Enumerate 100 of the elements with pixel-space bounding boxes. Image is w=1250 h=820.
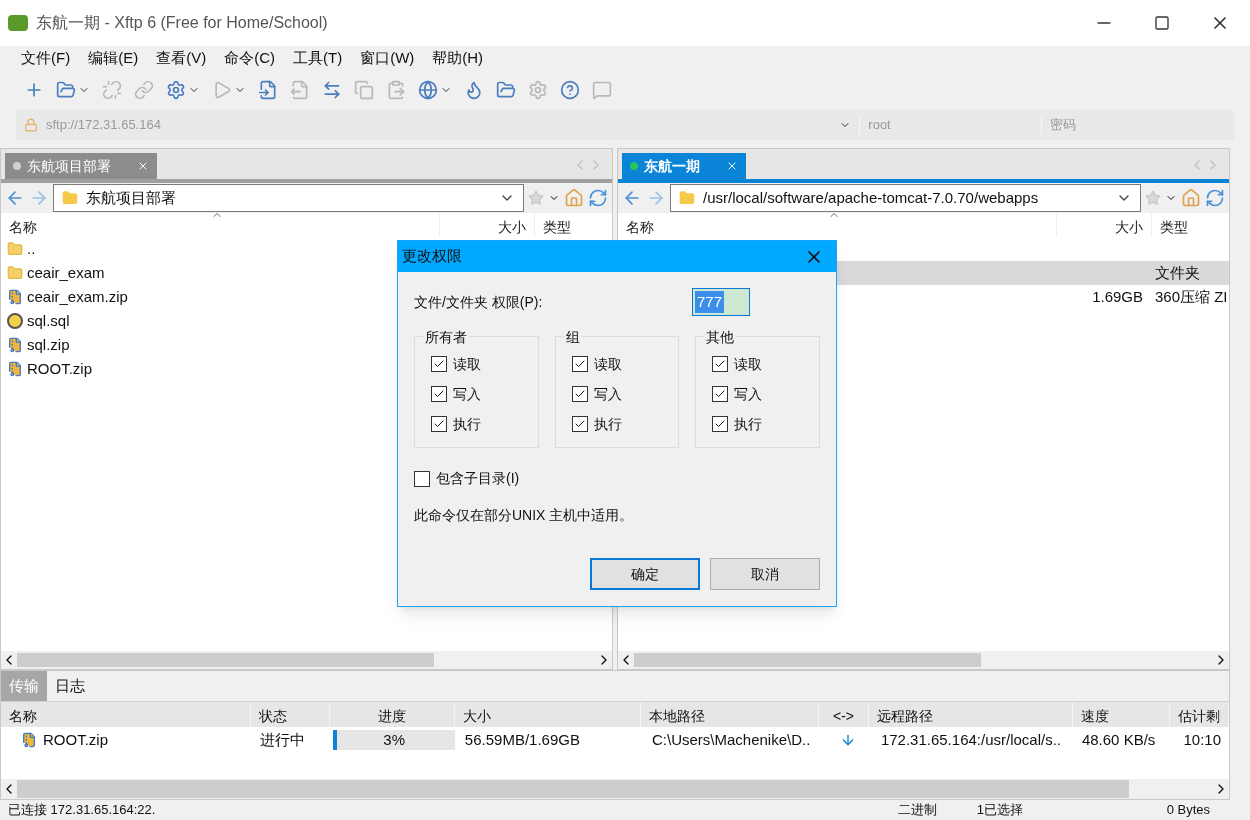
scrollbar-thumb[interactable] [634, 653, 982, 667]
panel-tab[interactable]: 日志 [47, 671, 93, 701]
folder-icon [7, 241, 23, 257]
path-field[interactable]: 东航项目部署 [53, 184, 524, 212]
menu-item[interactable]: 命令(C) [215, 46, 284, 70]
refresh-icon[interactable] [1205, 188, 1225, 208]
window-title: 东航一期 - Xftp 6 (Free for Home/School) [36, 13, 329, 33]
checkbox[interactable] [712, 386, 729, 402]
selection-size: 0 Bytes [1166, 801, 1210, 820]
archive-icon [7, 289, 23, 305]
checkbox[interactable] [414, 470, 430, 487]
column-header[interactable]: 大小 [1056, 213, 1151, 237]
scrollbar-thumb[interactable] [17, 653, 434, 667]
menu-item[interactable]: 工具(T) [284, 46, 352, 70]
checkbox[interactable] [431, 356, 447, 372]
star-icon[interactable] [528, 190, 544, 206]
file-name: sql.sql [27, 310, 70, 331]
check-icon [433, 388, 445, 400]
progress-bar: 3% [333, 730, 455, 750]
checkbox-label: 读取 [453, 354, 481, 374]
column-header[interactable]: 估计剩 [1170, 702, 1229, 727]
tab-label: 东航一期 [644, 156, 701, 176]
local-path: C:\Users\Machenike\D.. [652, 730, 811, 748]
folder-icon [679, 190, 695, 206]
checkbox-label: 执行 [734, 414, 763, 434]
path-field[interactable]: /usr/local/software/apache-tomcat-7.0.70/webapps [670, 184, 1141, 212]
file-name: .. [27, 238, 36, 259]
file-name: ROOT.zip [27, 358, 92, 379]
status-text: 已连接 172.31.65.164:22. [8, 801, 157, 820]
app-logo-icon [8, 15, 28, 31]
checkbox[interactable] [712, 356, 729, 372]
star-icon[interactable] [1145, 190, 1161, 206]
check-icon [573, 418, 586, 430]
scrollbar-thumb[interactable] [17, 780, 1130, 798]
checkbox[interactable] [712, 416, 729, 432]
menu-item[interactable]: 编辑(E) [79, 46, 148, 70]
script-file-icon [7, 313, 23, 329]
speed-text: 48.60 KB/s [1081, 730, 1156, 748]
menu-item[interactable]: 窗口(W) [351, 46, 424, 70]
group-title: 其他 [704, 327, 737, 348]
checkbox[interactable] [431, 386, 447, 402]
check-icon [714, 358, 727, 370]
menu-item[interactable]: 帮助(H) [423, 46, 493, 70]
archive-icon [21, 732, 37, 748]
check-icon [433, 418, 445, 430]
refresh-icon[interactable] [588, 188, 608, 208]
maximize-icon[interactable] [1154, 15, 1170, 31]
archive-icon [7, 361, 23, 377]
column-header[interactable]: <-> [819, 702, 869, 727]
check-icon [714, 418, 727, 430]
checkbox-label: 执行 [593, 414, 622, 434]
checkbox-label: 执行 [453, 414, 481, 434]
checkbox-label: 写入 [593, 384, 622, 404]
session-tab[interactable]: 东航一期 [622, 153, 746, 179]
status-text: 进行中 [259, 730, 305, 748]
checkbox[interactable] [571, 386, 588, 402]
size-text: 56.59MB/1.69GB [464, 730, 580, 748]
field-label: 文件/文件夹 权限(P): [414, 292, 543, 312]
checkbox-label: 读取 [593, 354, 622, 374]
password-field[interactable]: 密码 [1041, 115, 1234, 135]
remote-path: 172.31.65.164:/usr/local/s.. [880, 730, 1061, 748]
file-name: ceair_exam.zip [27, 286, 128, 307]
checkbox[interactable] [571, 416, 588, 432]
column-header[interactable]: 远程路径 [868, 702, 1073, 727]
checkbox-label: 写入 [453, 384, 481, 404]
home-folder-icon[interactable] [1181, 188, 1201, 208]
file-size: 1.69GB [1092, 287, 1143, 305]
note-text: 此命令仅在部分UNIX 主机中适用。 [414, 506, 635, 525]
column-header[interactable]: 大小 [439, 213, 534, 237]
dialog-button[interactable]: 取消 [710, 558, 820, 590]
column-header[interactable]: 本地路径 [640, 702, 820, 727]
checkbox[interactable] [571, 356, 588, 372]
tab-label: 东航项目部署 [27, 156, 112, 176]
column-header[interactable]: 大小 [454, 702, 641, 727]
column-header[interactable]: 速度 [1072, 702, 1170, 727]
column-header[interactable]: 名称 [618, 213, 1056, 237]
transfer-row[interactable]: ROOT.zip 进行中 3% 56.59MB/1.69GB C:\Users\Machenike\D.. 172.31.65.164:/usr/local/s.. 48.60 KB/s 10:10 [1, 727, 1229, 753]
column-header[interactable]: 名称 [1, 213, 439, 237]
download-arrow-icon [840, 732, 856, 748]
transfer-mode: 二进制 [897, 801, 937, 820]
archive-icon [7, 337, 23, 353]
dialog-button[interactable]: 确定 [590, 558, 700, 590]
file-name: sql.zip [27, 334, 70, 355]
check-icon [433, 358, 445, 370]
home-folder-icon[interactable] [564, 188, 584, 208]
file-type: 360压缩 ZI [1155, 287, 1228, 305]
file-name: ROOT.zip [43, 729, 108, 750]
checkbox-label: 包含子目录(I) [436, 469, 520, 488]
folder-icon [7, 265, 23, 281]
column-header[interactable]: 名称 [1, 702, 251, 727]
column-header[interactable]: 状态 [250, 702, 330, 727]
column-header[interactable]: 类型 [1151, 213, 1229, 237]
menu-item[interactable]: 文件(F) [12, 46, 80, 70]
column-header[interactable]: 类型 [534, 213, 612, 237]
check-icon [714, 388, 727, 400]
checkbox[interactable] [431, 416, 447, 432]
menu-item[interactable]: 查看(V) [147, 46, 216, 70]
column-header[interactable]: 进度 [329, 702, 455, 727]
dialog-title: 更改权限 [402, 246, 462, 267]
lock-icon [24, 118, 38, 132]
